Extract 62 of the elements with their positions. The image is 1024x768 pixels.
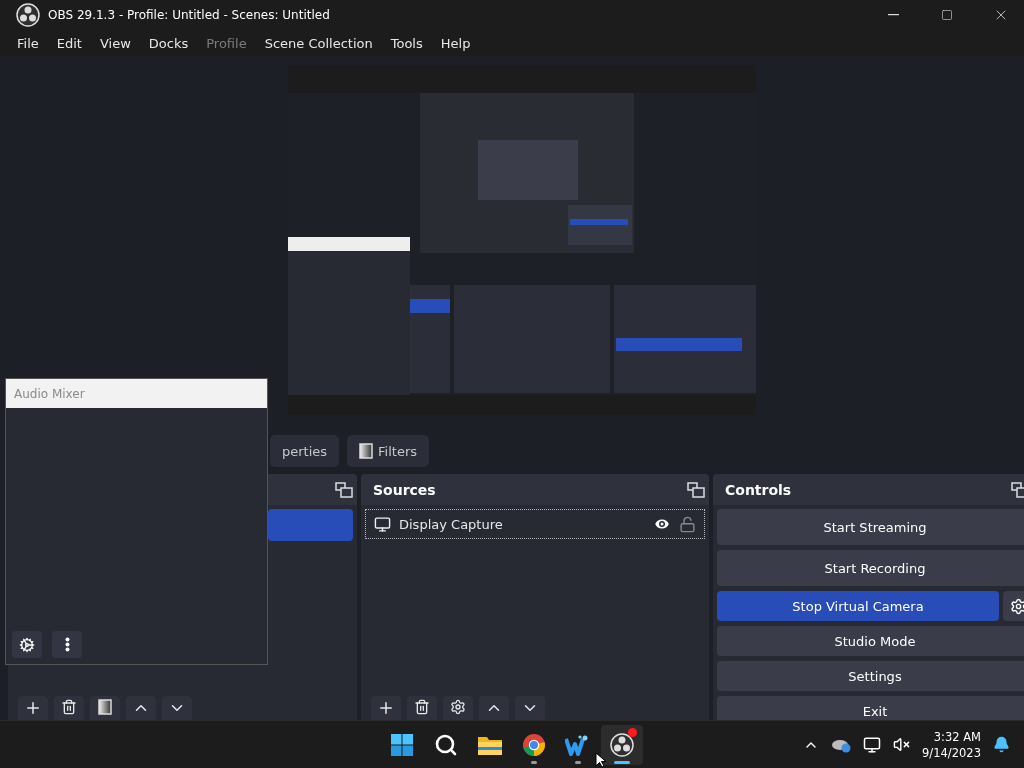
move-up-button[interactable] <box>479 696 509 720</box>
float-dock-icon[interactable] <box>687 481 705 498</box>
filter-icon <box>98 699 112 715</box>
float-dock-icon[interactable] <box>335 481 353 498</box>
menu-item[interactable]: File <box>8 35 48 51</box>
search-icon <box>434 732 458 757</box>
add-button[interactable] <box>371 696 401 720</box>
properties-button[interactable]: perties <box>270 435 340 467</box>
gear-icon <box>1009 597 1024 615</box>
source-item[interactable]: Display Capture <box>365 509 705 539</box>
menu-item[interactable]: View <box>90 35 140 51</box>
filters-button[interactable] <box>90 696 120 720</box>
add-button[interactable] <box>18 696 48 720</box>
network-icon[interactable] <box>863 735 882 754</box>
control-button[interactable]: Studio Mode <box>717 626 1024 656</box>
advanced-settings-button[interactable] <box>12 631 42 658</box>
move-down-button[interactable] <box>515 696 545 720</box>
menu-item[interactable]: Scene Collection <box>255 35 382 51</box>
float-dock-icon[interactable] <box>1011 481 1024 498</box>
taskbar-app[interactable] <box>601 724 643 765</box>
properties-button[interactable] <box>443 696 473 720</box>
gear-icon <box>19 636 35 653</box>
menu-item[interactable]: Edit <box>47 35 91 51</box>
browser-icon <box>522 732 546 757</box>
control-button[interactable]: Stop Virtual Camera <box>717 591 999 621</box>
bell-icon[interactable] <box>993 736 1010 753</box>
filters-button[interactable]: Filters <box>347 435 430 467</box>
control-button[interactable]: Start Recording <box>717 550 1024 586</box>
obs-logo-icon <box>610 732 634 757</box>
more-button[interactable] <box>52 631 82 658</box>
menu-item[interactable]: Tools <box>381 35 432 51</box>
clock[interactable]: 3:32 AM 9/14/2023 <box>922 728 981 761</box>
window-title: OBS 29.1.3 - Profile: Untitled - Scenes: Untitled <box>48 8 331 22</box>
control-button[interactable]: Start Streaming <box>717 509 1024 545</box>
dock-title: Sources <box>373 481 436 498</box>
more-icon <box>64 637 70 652</box>
delete-button[interactable] <box>54 696 84 720</box>
gear-icon <box>450 699 466 715</box>
delete-button[interactable] <box>407 696 437 720</box>
muted-speaker-icon[interactable] <box>893 736 911 753</box>
menu-item[interactable]: Help <box>431 35 480 51</box>
windows-logo-icon <box>390 732 414 757</box>
plus-icon <box>24 699 42 717</box>
control-button[interactable]: Settings <box>717 661 1024 691</box>
plus-icon <box>377 699 395 717</box>
menu-item[interactable]: Docks <box>139 35 198 51</box>
minimize-icon <box>887 14 899 16</box>
panel-title: Audio Mixer <box>6 379 267 408</box>
dock-title: Controls <box>725 481 792 498</box>
filter-icon <box>359 443 374 459</box>
control-button[interactable]: Exit <box>717 696 1024 720</box>
monitor-icon <box>374 515 391 533</box>
mouse-cursor <box>595 752 607 768</box>
maximize-icon <box>941 9 953 21</box>
obs-logo-icon <box>16 3 40 27</box>
trash-icon <box>414 699 430 715</box>
unlocked-icon[interactable] <box>679 515 696 533</box>
source-name: Display Capture <box>399 516 504 532</box>
trash-icon <box>61 699 77 715</box>
settings-button[interactable] <box>1003 591 1024 621</box>
move-down-button[interactable] <box>162 696 192 720</box>
move-up-button[interactable] <box>126 696 156 720</box>
